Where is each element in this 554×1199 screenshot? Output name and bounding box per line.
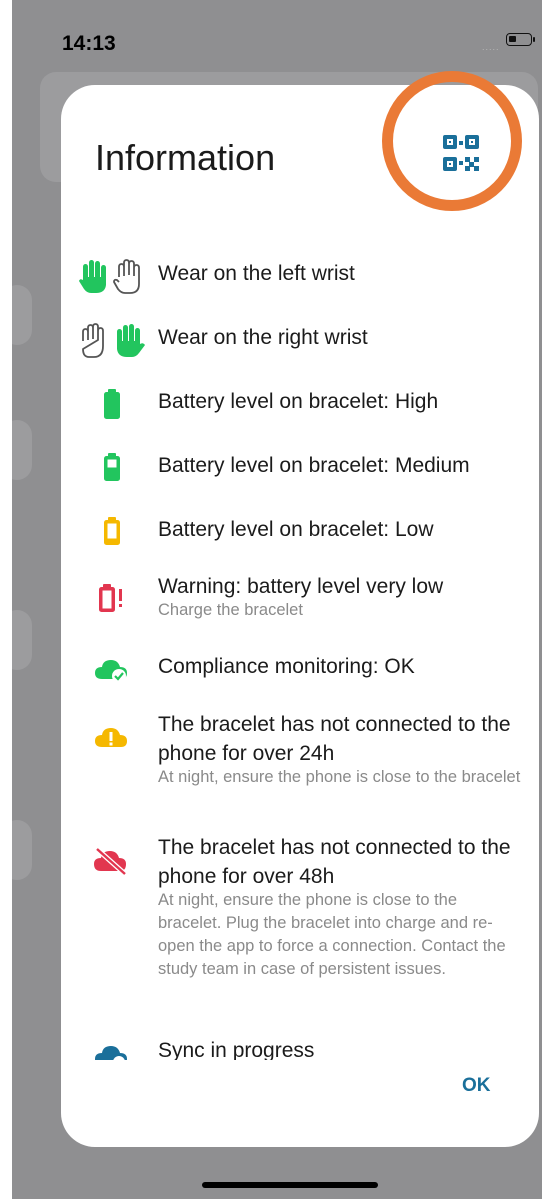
background-card	[12, 420, 32, 480]
background-card	[12, 610, 32, 670]
information-dialog: Information Wear on the left wrist Wear …	[61, 85, 539, 1147]
item-title: Warning: battery level very low	[158, 575, 444, 598]
item-title: Battery level on bracelet: Medium	[158, 454, 470, 477]
signal-dots: .....	[482, 42, 500, 52]
battery-low-icon	[104, 517, 120, 545]
info-list[interactable]: Wear on the left wrist Wear on the right…	[61, 85, 539, 1060]
cloud-off-icon	[94, 847, 127, 875]
cloud-warning-icon	[95, 728, 127, 747]
annotation-circle	[382, 71, 522, 211]
item-subtitle: At night, ensure the phone is close to t…	[158, 891, 506, 978]
background-card	[12, 285, 32, 345]
cloud-sync-icon	[95, 1046, 127, 1060]
home-indicator[interactable]	[202, 1182, 378, 1188]
left-wrist-hands-icon	[79, 259, 140, 294]
item-subtitle: At night, ensure the phone is close to t…	[158, 768, 521, 786]
item-title: Sync in progress	[158, 1039, 315, 1060]
right-wrist-hands-icon	[82, 323, 145, 358]
item-title: The bracelet has not connected to the ph…	[158, 836, 511, 888]
item-title: Compliance monitoring: OK	[158, 655, 415, 678]
phone-battery-icon	[506, 33, 535, 46]
background-card	[12, 820, 32, 880]
item-title: Wear on the left wrist	[158, 262, 355, 285]
item-title: Wear on the right wrist	[158, 326, 368, 349]
cloud-check-icon	[95, 660, 127, 683]
ok-button[interactable]: OK	[462, 1075, 491, 1097]
battery-medium-icon	[104, 453, 120, 481]
item-title: Battery level on bracelet: High	[158, 390, 439, 413]
status-time: 14:13	[62, 32, 116, 55]
phone-screen: 14:13 ..... Information Wear on the left…	[12, 0, 542, 1199]
item-subtitle: Charge the bracelet	[158, 601, 303, 619]
battery-high-icon	[104, 389, 120, 419]
item-title: The bracelet has not connected to the ph…	[158, 713, 511, 765]
item-title: Battery level on bracelet: Low	[158, 518, 434, 541]
battery-alert-icon	[99, 584, 122, 612]
